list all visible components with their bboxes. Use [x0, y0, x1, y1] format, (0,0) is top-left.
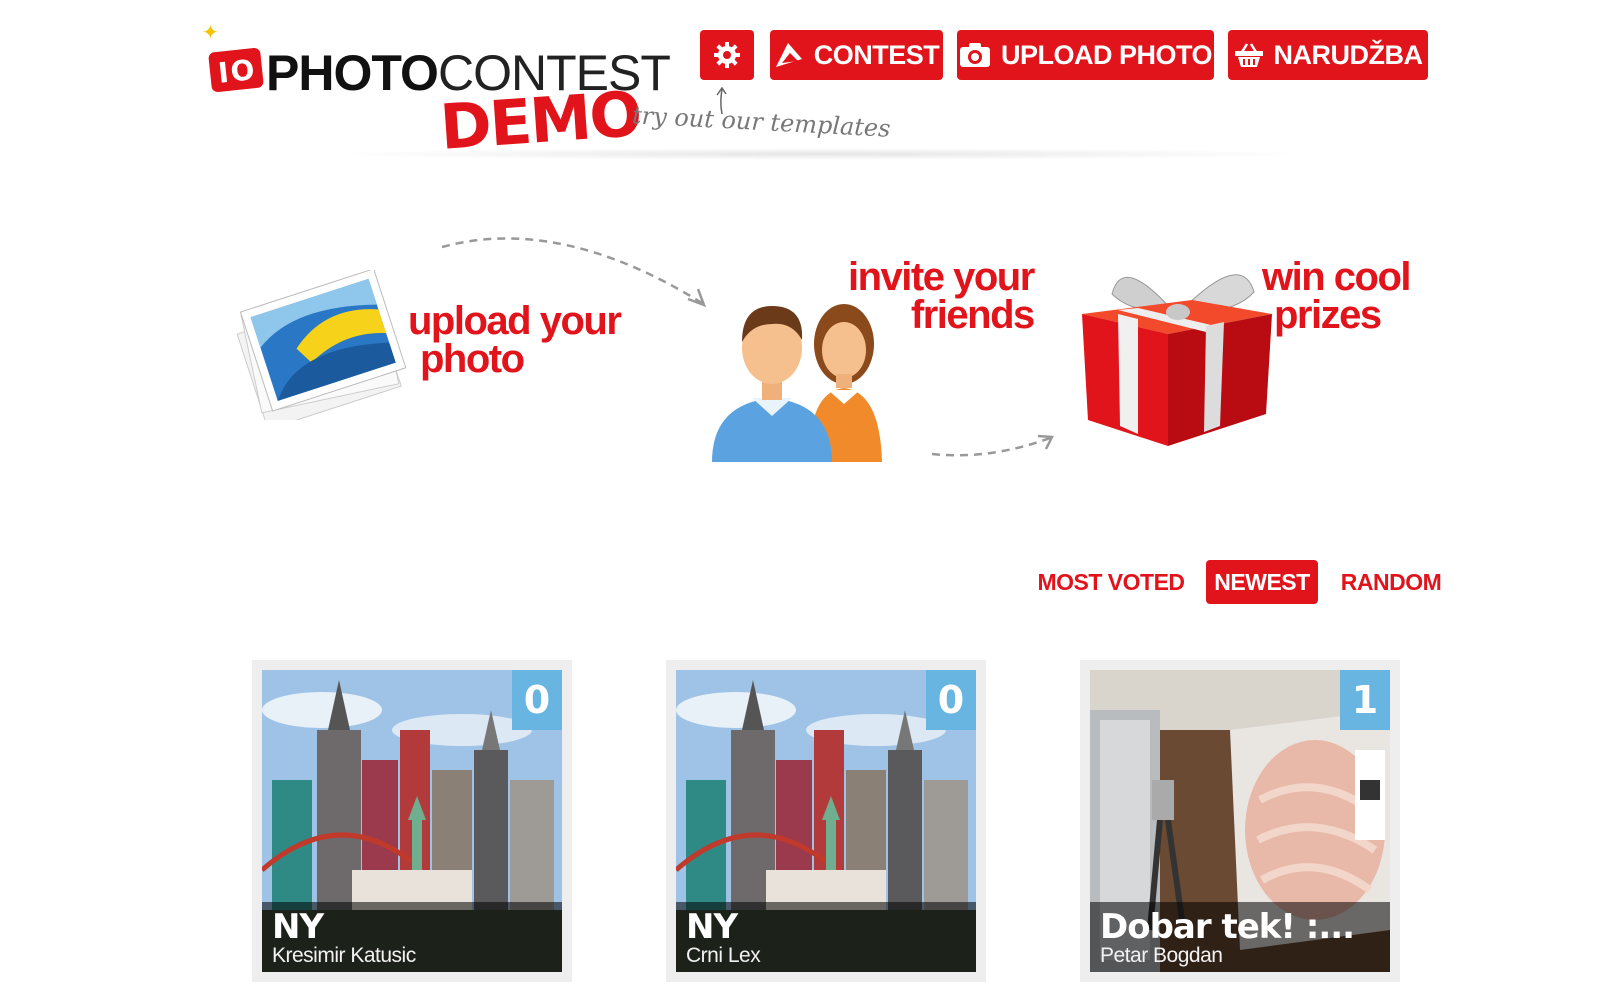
step-prize-line2: prizes: [1274, 293, 1382, 337]
entry-title: Dobar tek! :...: [1100, 910, 1355, 944]
step-prize-text: win cool prizes: [1262, 255, 1412, 337]
step-invite-text: invite your friends: [848, 255, 1035, 337]
upload-photo-label: UPLOAD PHOTO: [1000, 39, 1213, 70]
contest-button[interactable]: CONTEST: [770, 30, 943, 80]
logo-mark-text: IO: [216, 52, 259, 90]
vote-count-badge: 1: [1340, 670, 1390, 730]
site-logo[interactable]: ✦ IO PHOTO CONTEST DEMO: [200, 20, 680, 170]
entry-author: Crni Lex: [686, 944, 761, 967]
entry-photo[interactable]: 1 Dobar tek! :... Petar Bogdan: [1090, 670, 1390, 972]
entry-author: Kresimir Katusic: [272, 944, 416, 967]
photo-stack-icon: [236, 270, 407, 420]
vote-count-badge: 0: [926, 670, 976, 730]
entry-photo[interactable]: 0 NY Crni Lex: [676, 670, 976, 972]
contest-label: CONTEST: [813, 39, 940, 70]
spark-icon: ✦: [202, 22, 219, 44]
entry-author: Petar Bogdan: [1100, 944, 1223, 967]
dashed-arrow-small-icon: [931, 434, 1054, 457]
step-invite-line2: friends: [910, 293, 1035, 337]
logo-mark: IO: [208, 47, 264, 93]
sort-newest-tab[interactable]: NEWEST: [1206, 560, 1318, 604]
entry-caption: NY Crni Lex: [676, 902, 976, 972]
sort-random-tab[interactable]: RANDOM: [1336, 560, 1446, 604]
order-button[interactable]: NARUDŽBA: [1228, 30, 1428, 80]
upload-photo-button[interactable]: UPLOAD PHOTO: [957, 30, 1214, 80]
sort-most-voted-tab[interactable]: MOST VOTED: [1036, 560, 1186, 604]
header-divider: [330, 148, 1310, 160]
entry-title: NY: [272, 910, 324, 944]
entry-card[interactable]: 1 Dobar tek! :... Petar Bogdan: [1080, 660, 1400, 982]
entry-card[interactable]: 0 NY Kresimir Katusic: [252, 660, 572, 982]
vote-count-badge: 0: [512, 670, 562, 730]
settings-button[interactable]: [700, 30, 754, 80]
entry-caption: Dobar tek! :... Petar Bogdan: [1090, 902, 1390, 972]
camera-icon: [959, 43, 990, 67]
logo-word-photo: PHOTO: [266, 45, 439, 101]
basket-icon: [1234, 43, 1263, 67]
step-invite-line1: invite your: [848, 255, 1035, 299]
gear-icon: [714, 42, 740, 68]
flag-icon: [775, 43, 802, 67]
dashed-arrow-icon: [441, 237, 707, 308]
entry-photo[interactable]: 0 NY Kresimir Katusic: [262, 670, 562, 972]
entry-caption: NY Kresimir Katusic: [262, 902, 562, 972]
entry-title: NY: [686, 910, 738, 944]
gift-icon: [1082, 274, 1272, 446]
step-upload-line2: photo: [420, 337, 525, 381]
step-prize-line1: win cool: [1262, 255, 1412, 299]
entry-card[interactable]: 0 NY Crni Lex: [666, 660, 986, 982]
order-label: NARUDŽBA: [1273, 39, 1423, 70]
